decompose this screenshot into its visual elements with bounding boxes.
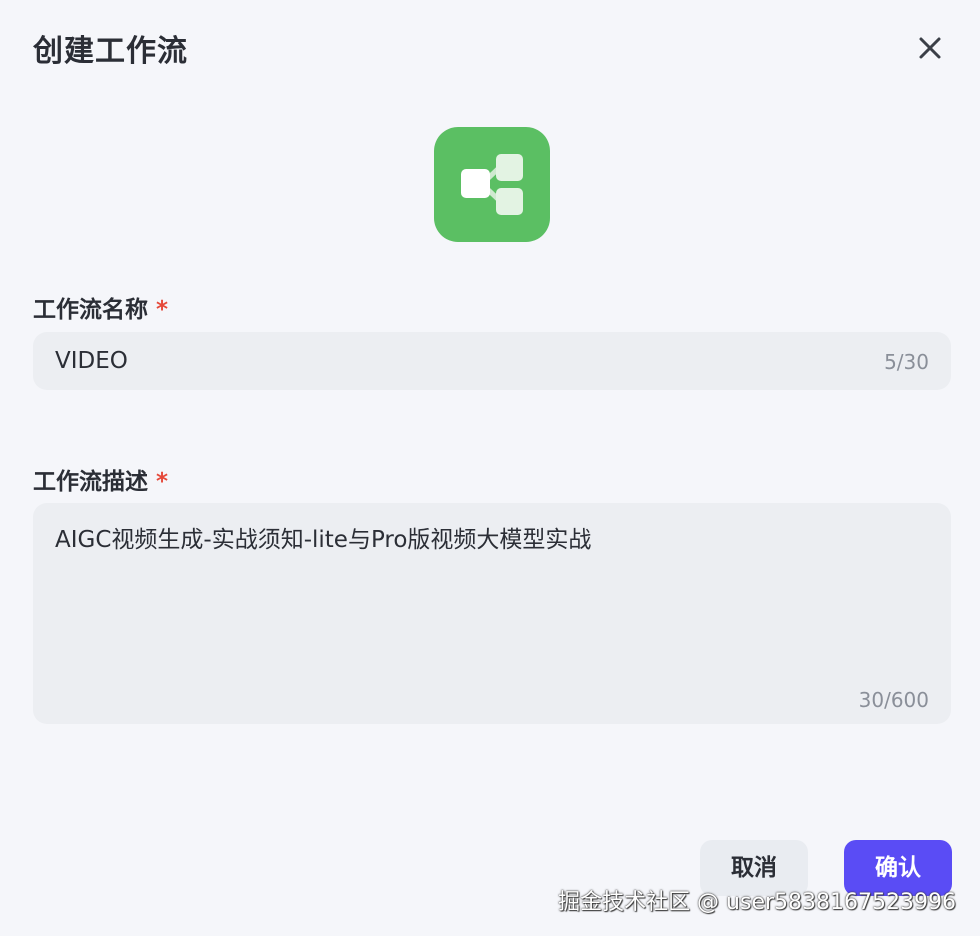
workflow-description-counter: 30/600 bbox=[858, 688, 929, 712]
watermark: 掘金技术社区 @ user5838167523996 bbox=[558, 890, 956, 915]
close-button[interactable] bbox=[910, 28, 950, 68]
workflow-description-value[interactable]: AIGC视频生成-实战须知-lite与Pro版视频大模型实战 bbox=[55, 520, 591, 554]
close-icon bbox=[919, 37, 941, 59]
workflow-description-label-text: 工作流描述 bbox=[33, 469, 148, 495]
workflow-avatar[interactable] bbox=[434, 127, 550, 242]
required-mark: * bbox=[156, 297, 169, 323]
workflow-name-value[interactable]: VIDEO bbox=[55, 348, 128, 374]
workflow-name-input[interactable]: VIDEO 5/30 bbox=[33, 332, 951, 390]
workflow-description-textarea[interactable]: AIGC视频生成-实战须知-lite与Pro版视频大模型实战 30/600 bbox=[33, 503, 951, 724]
workflow-branch-icon bbox=[461, 154, 523, 215]
workflow-name-counter: 5/30 bbox=[884, 350, 929, 374]
workflow-description-label: 工作流描述 * bbox=[33, 462, 168, 496]
workflow-name-label: 工作流名称 * bbox=[33, 290, 168, 324]
workflow-name-label-text: 工作流名称 bbox=[33, 297, 148, 323]
create-workflow-dialog: 创建工作流 工作流名称 * VIDEO 5/30 工作流描述 * AIGC视频生成-… bbox=[0, 0, 980, 936]
dialog-title: 创建工作流 bbox=[33, 34, 188, 69]
required-mark: * bbox=[156, 469, 169, 495]
